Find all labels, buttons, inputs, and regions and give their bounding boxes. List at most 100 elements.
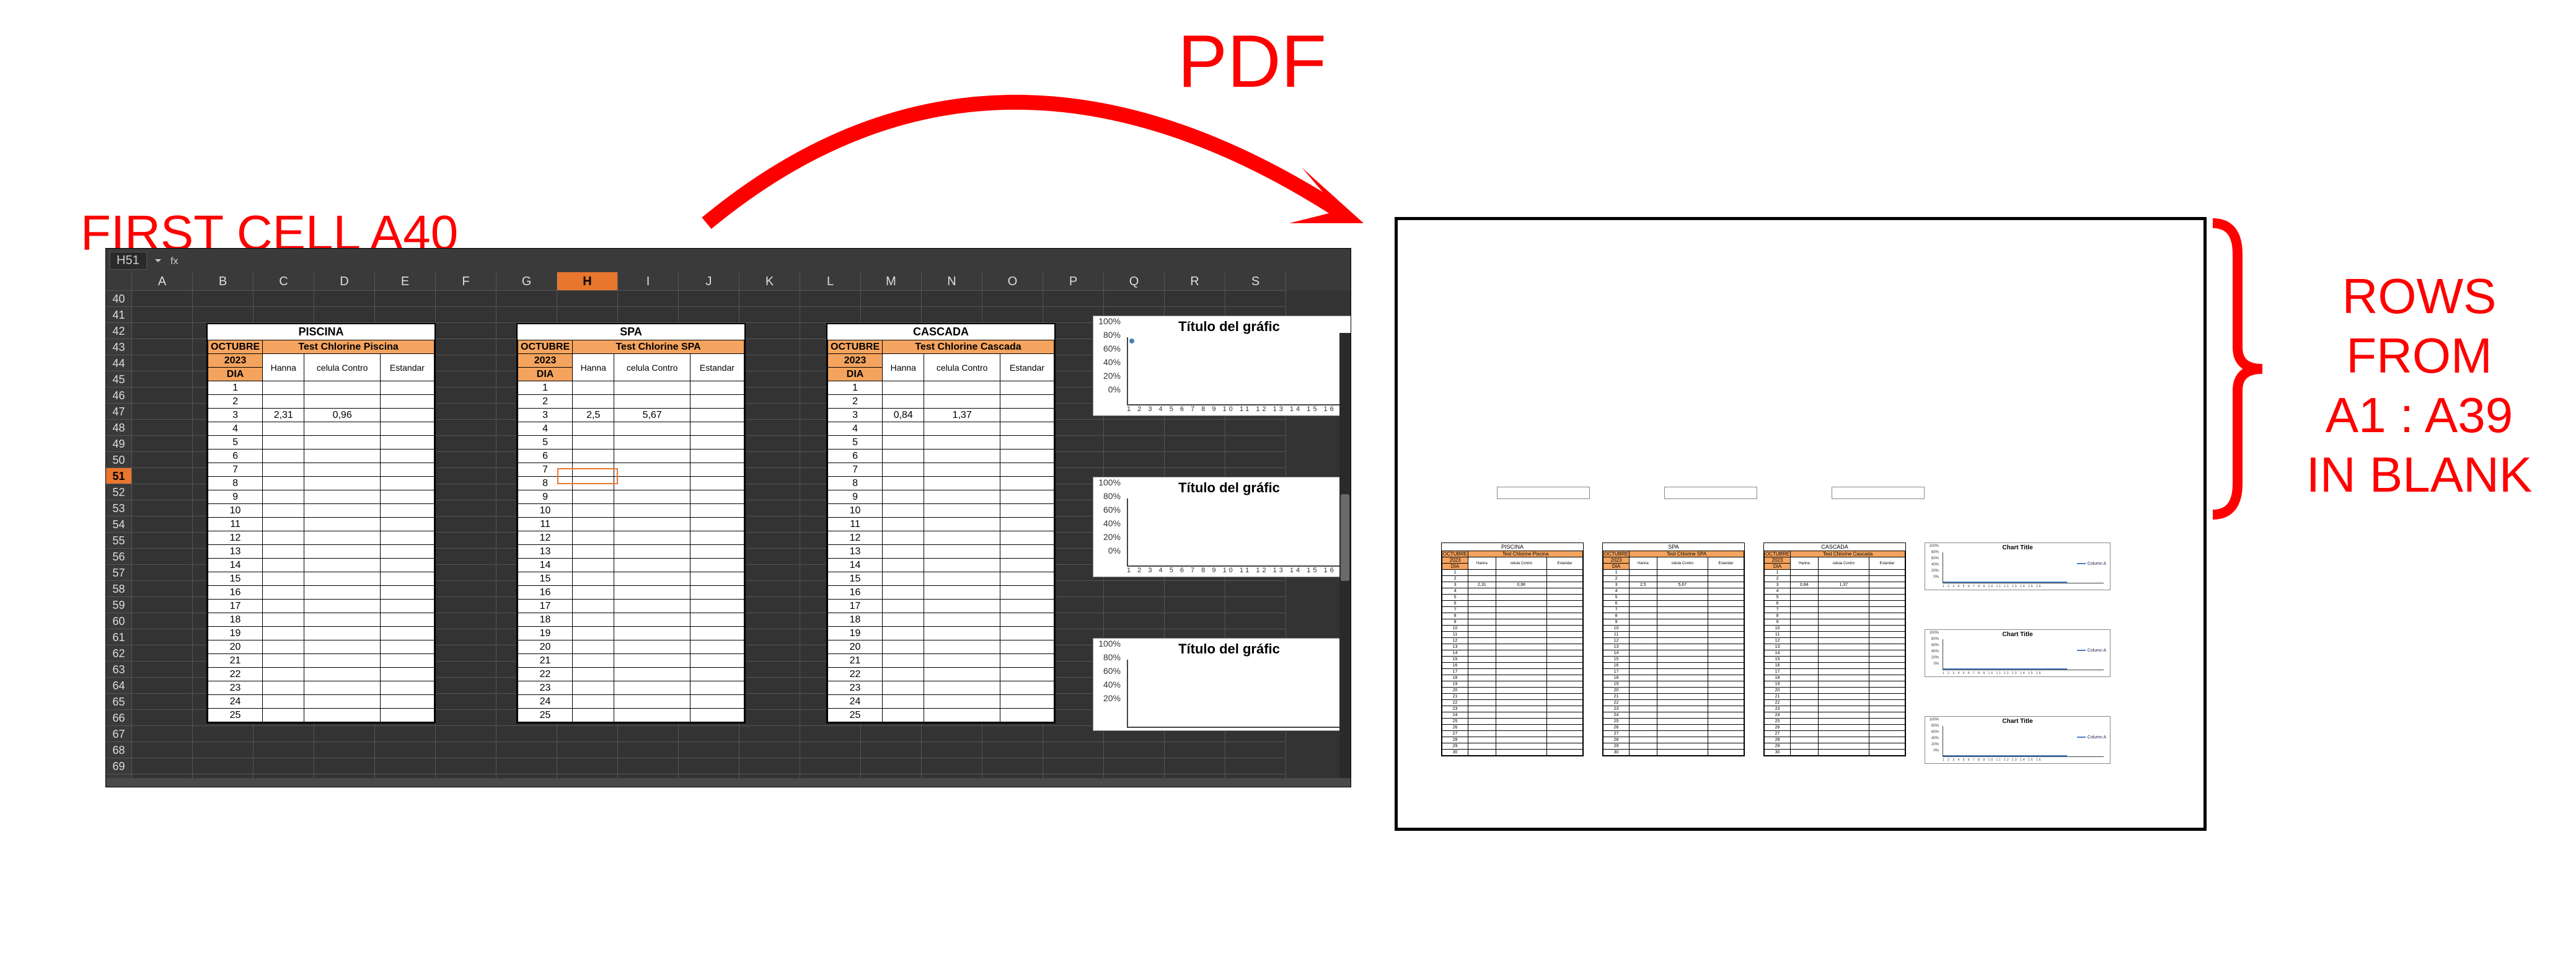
col-header-O[interactable]: O bbox=[982, 272, 1043, 291]
row-headers: 4041424344454647484950515253545556575859… bbox=[106, 291, 132, 787]
table-title: PISCINA bbox=[208, 324, 434, 340]
row-header-42[interactable]: 42 bbox=[106, 323, 132, 339]
row-header-54[interactable]: 54 bbox=[106, 516, 132, 533]
name-box[interactable]: H51 bbox=[110, 252, 147, 270]
table-cascada: CASCADAOCTUBRETest Chlorine Cascada2023H… bbox=[826, 323, 1056, 724]
row-header-65[interactable]: 65 bbox=[106, 694, 132, 710]
chart-yticks: 100%80%60%40%20%0% bbox=[1096, 477, 1123, 546]
chart-title: Título del gráfic bbox=[1098, 319, 1351, 335]
row-header-49[interactable]: 49 bbox=[106, 436, 132, 452]
col-header-K[interactable]: K bbox=[739, 272, 800, 291]
row-header-57[interactable]: 57 bbox=[106, 565, 132, 581]
pdf-chart-1: Chart Title 100%80%60%40%20%0% Column A … bbox=[1925, 542, 2111, 590]
cell-grid[interactable]: PISCINAOCTUBRETest Chlorine Piscina2023H… bbox=[132, 291, 1351, 787]
column-headers: ABCDEFGHIJKLMNOPQRS bbox=[106, 272, 1351, 291]
col-header-Q[interactable]: Q bbox=[1104, 272, 1165, 291]
pdf-chart-legend: Column A bbox=[2077, 562, 2106, 566]
pdf-chart-legend: Column A bbox=[2077, 735, 2106, 740]
pdf-chart-legend: Column A bbox=[2077, 649, 2106, 653]
dropdown-icon[interactable] bbox=[151, 253, 165, 268]
col-header-D[interactable]: D bbox=[314, 272, 375, 291]
chart-panel-3[interactable]: Título del gráfic 100%80%60%40%20% bbox=[1093, 638, 1351, 731]
row-header-52[interactable]: 52 bbox=[106, 484, 132, 500]
fx-icon[interactable]: fx bbox=[169, 253, 184, 268]
col-header-B[interactable]: B bbox=[193, 272, 254, 291]
col-header-I[interactable]: I bbox=[618, 272, 679, 291]
pdf-ghost-1 bbox=[1497, 487, 1590, 499]
row-header-44[interactable]: 44 bbox=[106, 355, 132, 371]
chart-xticks: 1 2 3 4 5 6 7 8 9 10 11 12 13 14 15 16 bbox=[1127, 567, 1351, 574]
row-header-64[interactable]: 64 bbox=[106, 678, 132, 694]
chart-yticks: 100%80%60%40%20%0% bbox=[1096, 316, 1123, 384]
row-header-40[interactable]: 40 bbox=[106, 291, 132, 307]
row-header-50[interactable]: 50 bbox=[106, 452, 132, 468]
pdf-chart-title: Chart Title bbox=[1928, 631, 2107, 638]
row-header-68[interactable]: 68 bbox=[106, 742, 132, 758]
chart-panel-1[interactable]: Título del gráfic 100%80%60%40%20%0% 1 2… bbox=[1093, 316, 1351, 416]
annotation-arrow bbox=[682, 37, 1426, 273]
pdf-chart-2: Chart Title 100%80%60%40%20%0% Column A … bbox=[1925, 629, 2111, 677]
chart-title: Título del gráfic bbox=[1098, 480, 1351, 496]
row-header-63[interactable]: 63 bbox=[106, 662, 132, 678]
col-header-A[interactable]: A bbox=[132, 272, 193, 291]
chart-yticks: 100%80%60%40%20% bbox=[1096, 639, 1123, 707]
row-header-60[interactable]: 60 bbox=[106, 613, 132, 629]
svg-text:fx: fx bbox=[170, 256, 178, 267]
row-header-58[interactable]: 58 bbox=[106, 581, 132, 597]
pdf-ghost-3 bbox=[1832, 487, 1925, 499]
pdf-table-spa: SPAOCTUBRETest Chlorine SPA2023Hannacelu… bbox=[1602, 542, 1745, 756]
row-header-41[interactable]: 41 bbox=[106, 307, 132, 323]
vertical-scrollbar[interactable] bbox=[1339, 333, 1351, 787]
row-header-46[interactable]: 46 bbox=[106, 388, 132, 404]
scrollbar-thumb[interactable] bbox=[1341, 494, 1349, 581]
col-header-J[interactable]: J bbox=[679, 272, 739, 291]
pdf-table-cascada: CASCADAOCTUBRETest Chlorine Cascada2023H… bbox=[1763, 542, 1906, 756]
annotation-blank-l1: ROWS FROM bbox=[2342, 268, 2497, 383]
row-header-48[interactable]: 48 bbox=[106, 420, 132, 436]
pdf-table-piscina: PISCINAOCTUBRETest Chlorine Piscina2023H… bbox=[1441, 542, 1584, 756]
annotation-blank-l2: A1 : A39 bbox=[2326, 388, 2513, 443]
table-spa: SPAOCTUBRETest Chlorine SPA2023Hannacelu… bbox=[516, 323, 746, 724]
annotation-blank-l3: IN BLANK bbox=[2306, 447, 2533, 502]
spreadsheet-window: H51 fx ABCDEFGHIJKLMNOPQRS 4041424344454… bbox=[105, 248, 1351, 787]
row-header-47[interactable]: 47 bbox=[106, 404, 132, 420]
table-piscina: PISCINAOCTUBRETest Chlorine Piscina2023H… bbox=[206, 323, 436, 724]
col-header-F[interactable]: F bbox=[436, 272, 496, 291]
row-header-69[interactable]: 69 bbox=[106, 758, 132, 774]
col-header-R[interactable]: R bbox=[1165, 272, 1225, 291]
col-header-N[interactable]: N bbox=[922, 272, 982, 291]
row-header-61[interactable]: 61 bbox=[106, 629, 132, 645]
table-title: CASCADA bbox=[827, 324, 1054, 340]
chart-xticks: 1 2 3 4 5 6 7 8 9 10 11 12 13 14 15 16 bbox=[1127, 405, 1351, 413]
horizontal-scrollbar[interactable] bbox=[106, 778, 1351, 787]
row-header-66[interactable]: 66 bbox=[106, 710, 132, 726]
pdf-preview: PISCINAOCTUBRETest Chlorine Piscina2023H… bbox=[1395, 217, 2207, 831]
table-title: SPA bbox=[1603, 543, 1744, 551]
row-header-59[interactable]: 59 bbox=[106, 597, 132, 613]
col-header-M[interactable]: M bbox=[861, 272, 922, 291]
table-title: PISCINA bbox=[1442, 543, 1583, 551]
select-all-corner[interactable] bbox=[106, 272, 132, 291]
table-title: CASCADA bbox=[1764, 543, 1905, 551]
col-header-L[interactable]: L bbox=[800, 272, 861, 291]
col-header-H[interactable]: H bbox=[557, 272, 618, 291]
row-header-51[interactable]: 51 bbox=[106, 468, 132, 484]
chart-title: Título del gráfic bbox=[1098, 641, 1351, 657]
row-header-45[interactable]: 45 bbox=[106, 371, 132, 388]
col-header-P[interactable]: P bbox=[1043, 272, 1104, 291]
pdf-ghost-2 bbox=[1664, 487, 1757, 499]
formula-bar: H51 fx bbox=[106, 249, 1351, 272]
col-header-G[interactable]: G bbox=[496, 272, 557, 291]
row-header-56[interactable]: 56 bbox=[106, 549, 132, 565]
col-header-E[interactable]: E bbox=[375, 272, 436, 291]
chart-panel-2[interactable]: Título del gráfic 100%80%60%40%20%0% 1 2… bbox=[1093, 477, 1351, 577]
pdf-chart-3: Chart Title 100%80%60%40%20%0% Column A … bbox=[1925, 716, 2111, 764]
row-header-53[interactable]: 53 bbox=[106, 500, 132, 516]
row-header-62[interactable]: 62 bbox=[106, 645, 132, 662]
row-header-67[interactable]: 67 bbox=[106, 726, 132, 742]
pdf-chart-title: Chart Title bbox=[1928, 718, 2107, 725]
row-header-43[interactable]: 43 bbox=[106, 339, 132, 355]
col-header-S[interactable]: S bbox=[1225, 272, 1286, 291]
row-header-55[interactable]: 55 bbox=[106, 533, 132, 549]
col-header-C[interactable]: C bbox=[254, 272, 314, 291]
